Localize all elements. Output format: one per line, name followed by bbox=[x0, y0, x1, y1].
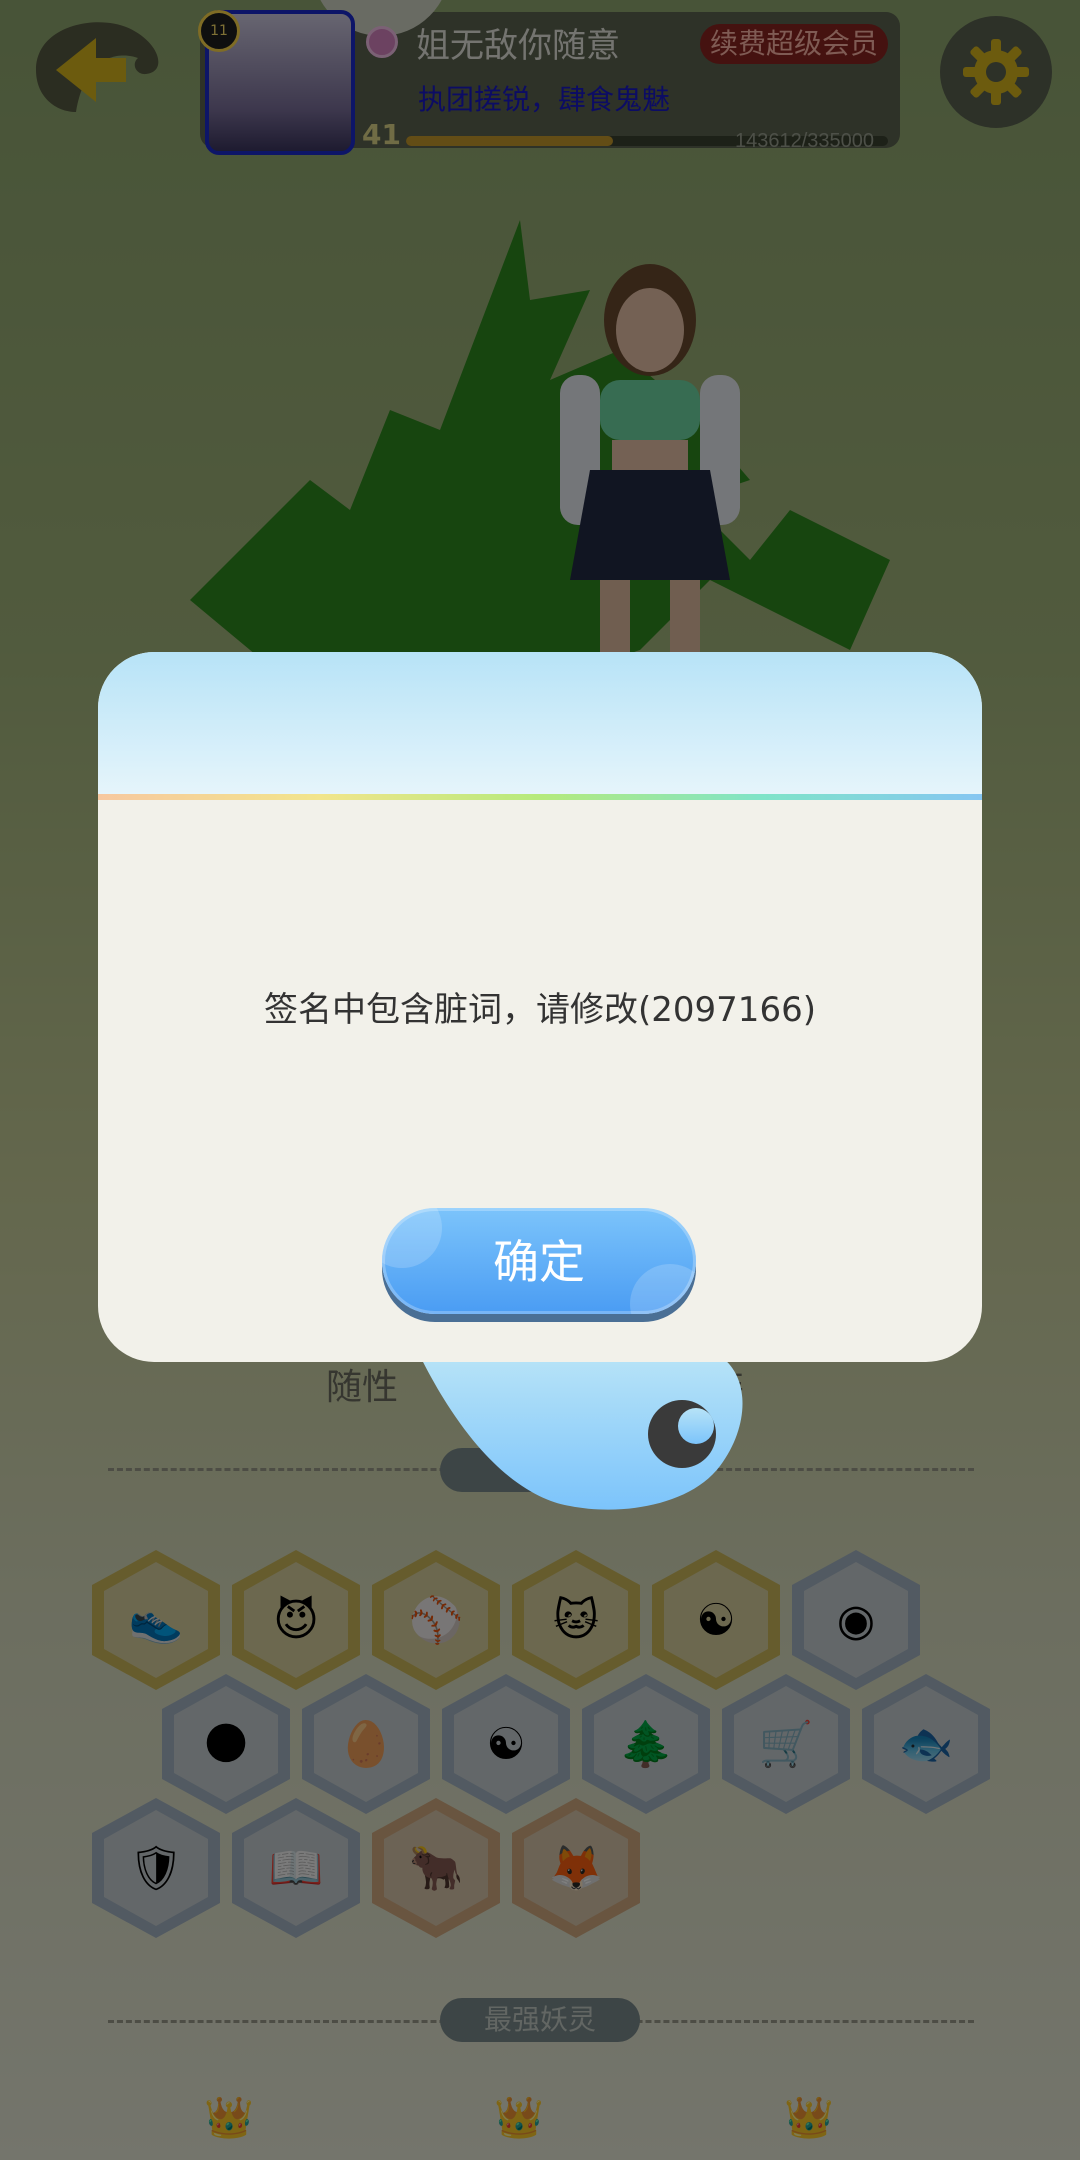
dialog-header-rainbow-line bbox=[98, 794, 982, 800]
confirm-button-label: 确定 bbox=[493, 1236, 585, 1288]
confirm-button[interactable]: 确定 bbox=[382, 1208, 696, 1314]
dialog-message: 签名中包含脏词，请修改(2097166) bbox=[264, 990, 816, 1030]
button-swirl-decoration bbox=[630, 1264, 696, 1314]
dialog-header bbox=[98, 652, 982, 796]
dialog-speech-tail bbox=[420, 1356, 743, 1510]
alert-dialog: 签名中包含脏词，请修改(2097166) 确定 bbox=[98, 652, 982, 1362]
button-swirl-decoration bbox=[382, 1208, 442, 1268]
